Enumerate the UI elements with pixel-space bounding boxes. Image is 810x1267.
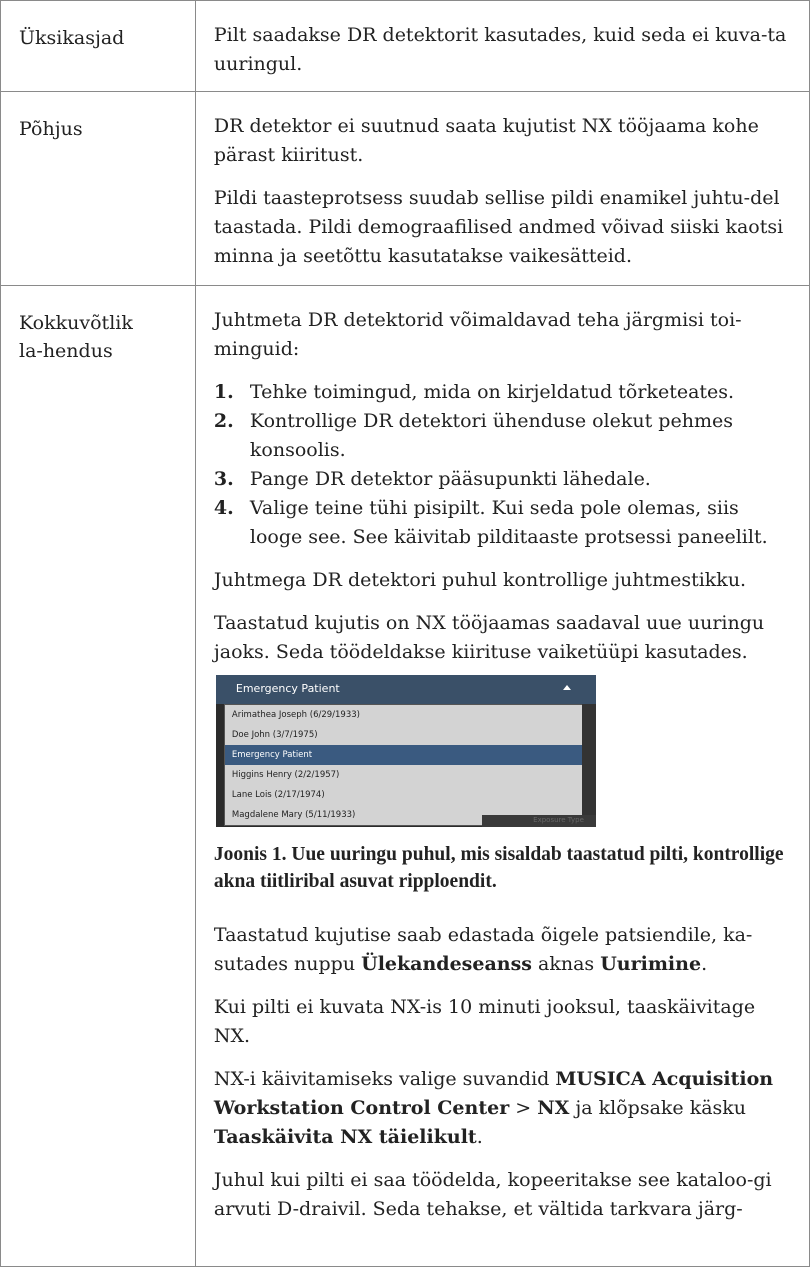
row-content-cell: Pilt saadakse DR detektorit kasutades, k… bbox=[194, 0, 810, 92]
text-run: ja klõpsake käsku bbox=[569, 1097, 747, 1119]
text-run: . bbox=[701, 953, 708, 975]
row-label: Üksikasjad bbox=[19, 27, 125, 49]
step-text: Pange DR detektor pääsupunkti lähedale. bbox=[249, 468, 651, 490]
patient-option[interactable]: Arimathea Joseph (6/29/1933) bbox=[225, 705, 583, 725]
restart-nx-label: Taaskäivita NX täielikult bbox=[213, 1126, 477, 1148]
examination-window-label: Uurimine bbox=[600, 953, 702, 975]
step-number: 4. bbox=[213, 497, 234, 519]
cause-paragraph: Pildi taasteprotsess suudab sellise pild… bbox=[213, 187, 784, 267]
patient-option[interactable]: Lane Lois (2/17/1974) bbox=[225, 785, 583, 805]
transfer-session-label: Ülekandeseanss bbox=[361, 953, 532, 975]
exposure-type-label: Exposure Type bbox=[533, 816, 584, 824]
cause-paragraph: DR detektor ei suutnud saata kujutist NX… bbox=[213, 115, 759, 166]
patient-dropdown-list: Arimathea Joseph (6/29/1933) Doe John (3… bbox=[223, 704, 584, 826]
document-page: Üksikasjad Pilt saadakse DR detektorit k… bbox=[0, 0, 810, 1267]
table-row: Üksikasjad Pilt saadakse DR detektorit k… bbox=[0, 0, 810, 92]
list-item: 2. Kontrollige DR detektori ühenduse olek… bbox=[214, 407, 794, 465]
row-label-cell: Põhjus bbox=[0, 91, 196, 286]
launch-text: NX-i käivitamiseks valige suvandid MUSIC… bbox=[214, 1065, 794, 1152]
transfer-text: Taastatud kujutise saab edastada õigele … bbox=[214, 921, 794, 979]
row-label-cell: Üksikasjad bbox=[0, 0, 196, 92]
menu-separator: > bbox=[509, 1097, 538, 1119]
nx-label: NX bbox=[537, 1097, 570, 1119]
patient-option-selected[interactable]: Emergency Patient bbox=[224, 745, 583, 765]
table-row: Põhjus DR detektor ei suutnud saata kuju… bbox=[0, 91, 810, 286]
row-content-cell: DR detektor ei suutnud saata kujutist NX… bbox=[194, 91, 810, 286]
window-titlebar: Emergency Patient bbox=[215, 675, 596, 704]
text-run: NX-i käivitamiseks valige suvandid bbox=[213, 1068, 556, 1090]
step-number: 1. bbox=[213, 381, 234, 403]
text-run: aknas bbox=[531, 953, 601, 975]
processing-failure-text: Juhul kui pilti ei saa töödelda, kopeeri… bbox=[213, 1169, 772, 1220]
row-label: Põhjus bbox=[19, 118, 83, 140]
patient-option[interactable]: Higgins Henry (2/2/1957) bbox=[225, 765, 583, 785]
list-item: 3. Pange DR detektor pääsupunkti lähedale… bbox=[214, 465, 794, 494]
details-text: Pilt saadakse DR detektorit kasutades, k… bbox=[213, 24, 787, 75]
patient-dropdown-screenshot: Emergency Patient Arimathea Joseph (6/29… bbox=[215, 675, 596, 827]
troubleshooting-table: Üksikasjad Pilt saadakse DR detektorit k… bbox=[0, 0, 810, 1267]
row-label: Kokkuvõtlik la-hendus bbox=[19, 312, 133, 362]
solution-intro: Juhtmeta DR detektorid võimaldavad teha … bbox=[213, 309, 742, 360]
step-text: Valige teine tühi pisipilt. Kui seda pol… bbox=[249, 497, 768, 548]
patient-option[interactable]: Doe John (3/7/1975) bbox=[225, 725, 583, 745]
list-item: 1. Tehke toimingud, mida on kirjeldatud t… bbox=[214, 378, 794, 407]
list-item: 4. Valige teine tühi pisipilt. Kui seda p… bbox=[214, 494, 794, 552]
step-text: Tehke toimingud, mida on kirjeldatud tõr… bbox=[249, 381, 735, 403]
patient-dropdown-title[interactable]: Emergency Patient bbox=[236, 682, 340, 695]
steps-list: 1. Tehke toimingud, mida on kirjeldatud t… bbox=[214, 378, 794, 552]
restored-image-text: Taastatud kujutis on NX tööjaamas saadav… bbox=[213, 612, 765, 663]
text-run: . bbox=[476, 1126, 483, 1148]
step-text: Kontrollige DR detektori ühenduse olekut… bbox=[249, 410, 733, 461]
step-number: 2. bbox=[213, 410, 234, 432]
chevron-up-icon[interactable] bbox=[562, 685, 571, 690]
row-label-cell: Kokkuvõtlik la-hendus bbox=[0, 285, 196, 1267]
step-number: 3. bbox=[213, 468, 234, 490]
table-row: Kokkuvõtlik la-hendus Juhtmeta DR detekt… bbox=[0, 285, 810, 1267]
row-content-cell: Juhtmeta DR detektorid võimaldavad teha … bbox=[194, 285, 810, 1267]
wired-detector-text: Juhtmega DR detektori puhul kontrollige … bbox=[213, 569, 747, 591]
background-panel bbox=[581, 704, 596, 827]
figure-caption: Joonis 1. Uue uuringu puhul, mis sisalda… bbox=[213, 844, 784, 892]
restart-text: Kui pilti ei kuvata NX-is 10 minuti jook… bbox=[213, 996, 756, 1047]
